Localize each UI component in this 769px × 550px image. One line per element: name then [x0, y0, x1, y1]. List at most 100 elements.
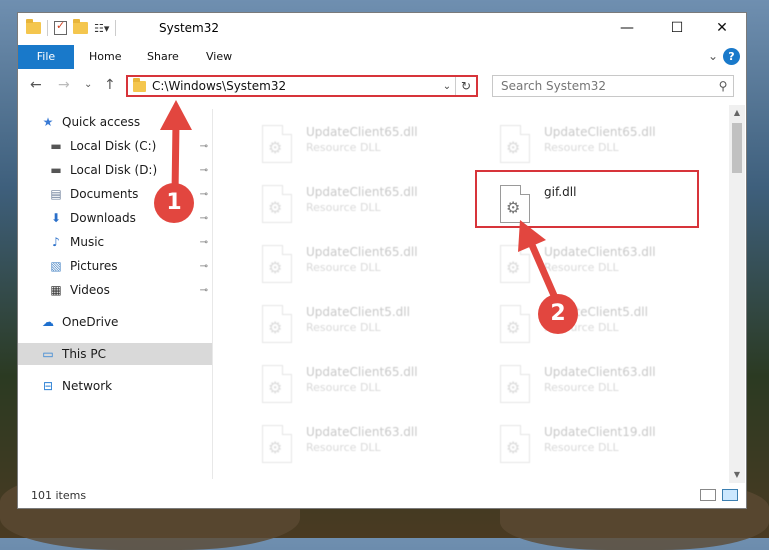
sidebar-item[interactable]: ▦ Videos ⊸	[18, 279, 212, 301]
new-folder-icon[interactable]	[73, 19, 88, 34]
file-item[interactable]: ⚙ UpdateClient63.dll Resource DLL	[472, 357, 692, 409]
large-icons-view-button[interactable]	[722, 489, 738, 501]
customize-toolbar-icon[interactable]: ☷▾	[94, 22, 109, 35]
pin-icon[interactable]: ⊸	[200, 261, 208, 272]
address-bar[interactable]: C:\Windows\System32 ⌄ ↻	[126, 75, 478, 97]
highlight-box-gif-dll	[475, 170, 699, 228]
gear-icon: ⚙	[268, 438, 283, 457]
chevron-down-icon[interactable]: ⌄	[439, 81, 455, 92]
file-item[interactable]: ⚙ UpdateClient65.dll Resource DLL	[234, 237, 454, 289]
file-item[interactable]: ⚙ UpdateClient19.dll Resource DLL	[472, 417, 692, 469]
search-box[interactable]: ⚲	[492, 75, 734, 97]
quick-access-toolbar: ☷▾	[26, 19, 117, 36]
gear-icon: ⚙	[268, 138, 283, 157]
sidebar-item-label: OneDrive	[62, 315, 119, 329]
sidebar-item[interactable]: ☁ OneDrive	[18, 311, 212, 333]
forward-button[interactable]: →	[58, 77, 70, 93]
file-type: Resource DLL	[306, 261, 381, 274]
dll-file-icon: ⚙	[500, 305, 530, 343]
file-type: Resource DLL	[306, 141, 381, 154]
sidebar-item[interactable]: ⊟ Network	[18, 375, 212, 397]
sidebar-item-label: Documents	[70, 187, 139, 201]
star-icon: ★	[42, 115, 54, 129]
address-path[interactable]: C:\Windows\System32	[152, 79, 439, 93]
gear-icon: ⚙	[268, 378, 283, 397]
title-bar: ☷▾ System32 — ☐ ✕	[18, 13, 746, 45]
tab-view[interactable]: View	[206, 45, 232, 69]
file-name: UpdateClient65.dll	[306, 185, 418, 199]
computer-icon: ▭	[42, 347, 54, 361]
file-item[interactable]: ⚙ UpdateClient5.dll Resource DLL	[472, 297, 692, 349]
sidebar-item-label: Local Disk (D:)	[70, 163, 158, 177]
file-name: UpdateClient65.dll	[544, 125, 656, 139]
sidebar-item-label: Music	[70, 235, 105, 249]
sidebar-item[interactable]: ♪ Music ⊸	[18, 231, 212, 253]
file-item[interactable]: ⚙ UpdateClient5.dll Resource DLL	[234, 297, 454, 349]
search-input[interactable]	[499, 78, 713, 94]
pin-icon[interactable]: ⊸	[200, 237, 208, 248]
tab-home[interactable]: Home	[89, 45, 121, 69]
dll-file-icon: ⚙	[262, 305, 292, 343]
sidebar-item-label: This PC	[62, 347, 106, 361]
file-item[interactable]: ⚙ UpdateClient63.dll Resource DLL	[234, 417, 454, 469]
file-item[interactable]: ⚙ UpdateClient63.dll Resource DLL	[472, 237, 692, 289]
close-button[interactable]: ✕	[699, 13, 745, 43]
dll-file-icon: ⚙	[500, 125, 530, 163]
pin-icon[interactable]: ⊸	[200, 189, 208, 200]
sidebar-item-label: Network	[62, 379, 113, 393]
sidebar-item[interactable]: ▭ This PC	[18, 343, 212, 365]
vertical-scrollbar[interactable]: ▲ ▼	[729, 105, 745, 483]
file-type: Resource DLL	[544, 381, 619, 394]
gear-icon: ⚙	[506, 318, 521, 337]
back-button[interactable]: ←	[30, 77, 42, 93]
ribbon-collapse-button[interactable]: ⌄	[708, 49, 718, 63]
sidebar-item[interactable]: ▬ Local Disk (D:) ⊸	[18, 159, 212, 181]
maximize-button[interactable]: ☐	[654, 13, 700, 43]
dll-file-icon: ⚙	[262, 245, 292, 283]
minimize-button[interactable]: —	[604, 13, 650, 43]
tab-share[interactable]: Share	[147, 45, 179, 69]
scroll-down-button[interactable]: ▼	[729, 467, 745, 483]
item-count: 101 items	[31, 489, 87, 502]
ribbon-tabs: File Home Share View ⌄ ?	[18, 45, 746, 69]
file-item[interactable]: ⚙ UpdateClient65.dll Resource DLL	[234, 117, 454, 169]
drive-icon: ▬	[50, 139, 62, 153]
refresh-button[interactable]: ↻	[455, 77, 476, 95]
sidebar-item[interactable]: ▬ Local Disk (C:) ⊸	[18, 135, 212, 157]
file-type: Resource DLL	[544, 261, 619, 274]
pin-icon[interactable]: ⊸	[200, 285, 208, 296]
dll-file-icon: ⚙	[500, 365, 530, 403]
file-item[interactable]: ⚙ UpdateClient65.dll Resource DLL	[234, 357, 454, 409]
music-icon: ♪	[52, 235, 60, 249]
pin-icon[interactable]: ⊸	[200, 165, 208, 176]
scroll-thumb[interactable]	[732, 123, 742, 173]
pin-icon[interactable]: ⊸	[200, 213, 208, 224]
file-item[interactable]: ⚙ UpdateClient65.dll Resource DLL	[234, 177, 454, 229]
network-icon: ⊟	[42, 379, 54, 393]
navigation-pane: ★ Quick access ▬ Local Disk (C:) ⊸ ▬ Local Dis…	[18, 109, 212, 479]
window-title: System32	[159, 21, 220, 35]
pin-icon[interactable]: ⊸	[200, 141, 208, 152]
dll-file-icon: ⚙	[262, 125, 292, 163]
file-name: UpdateClient19.dll	[544, 425, 656, 439]
status-bar: 101 items	[18, 484, 746, 508]
up-button[interactable]: ↑	[104, 77, 116, 93]
pictures-icon: ▧	[50, 259, 62, 273]
file-type: Resource DLL	[544, 141, 619, 154]
scroll-up-button[interactable]: ▲	[729, 105, 745, 121]
gear-icon: ⚙	[506, 258, 521, 277]
tab-file[interactable]: File	[18, 45, 74, 69]
gear-icon: ⚙	[268, 198, 283, 217]
file-item[interactable]: ⚙ UpdateClient65.dll Resource DLL	[472, 117, 692, 169]
details-view-button[interactable]	[700, 489, 716, 501]
dll-file-icon: ⚙	[262, 425, 292, 463]
dll-file-icon: ⚙	[500, 245, 530, 283]
file-type: Resource DLL	[544, 441, 619, 454]
pane-splitter[interactable]	[212, 109, 213, 479]
videos-icon: ▦	[50, 283, 62, 297]
properties-icon[interactable]	[54, 19, 67, 35]
sidebar-item[interactable]: ▧ Pictures ⊸	[18, 255, 212, 277]
help-button[interactable]: ?	[723, 48, 740, 65]
sidebar-item[interactable]: ★ Quick access	[18, 111, 212, 133]
recent-locations-button[interactable]: ⌄	[84, 79, 92, 90]
